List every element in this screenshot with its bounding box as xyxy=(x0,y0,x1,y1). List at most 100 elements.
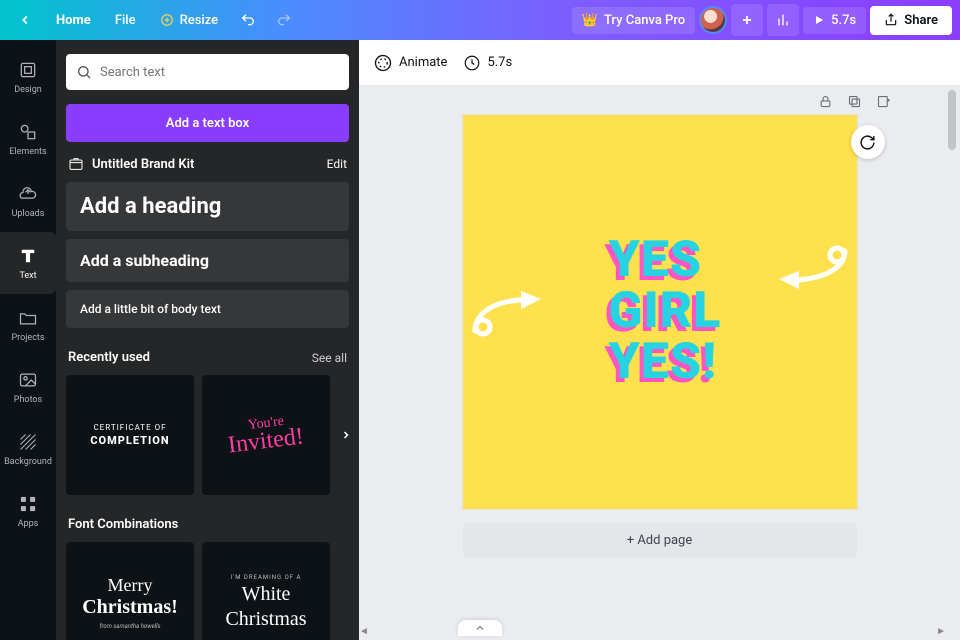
left-rail: Design Elements Uploads Text Projects Ph… xyxy=(0,40,56,640)
add-page-button[interactable]: + Add page xyxy=(463,523,857,558)
template-thumb-merry[interactable]: Merry Christmas! from samantha howells xyxy=(66,542,194,640)
clock-icon xyxy=(463,54,481,72)
resize-label: Resize xyxy=(180,13,219,28)
thumb-cert-line1: CERTIFICATE OF xyxy=(93,423,166,432)
template-thumb-white[interactable]: I'M DREAMING OF A White Christmas xyxy=(202,542,330,640)
animate-label: Animate xyxy=(399,55,447,70)
redo-button[interactable] xyxy=(268,4,300,36)
search-input[interactable] xyxy=(100,65,339,80)
lock-button[interactable] xyxy=(818,94,833,109)
horizontal-scrollbar[interactable]: ◄► xyxy=(359,626,946,638)
vertical-scrollbar[interactable] xyxy=(948,86,958,622)
canvas-text-line3: YES! xyxy=(609,337,722,388)
artboard[interactable]: YES GIRL YES! xyxy=(463,115,857,509)
rail-apps[interactable]: Apps xyxy=(0,480,56,542)
share-label: Share xyxy=(904,13,938,28)
share-icon xyxy=(884,13,898,27)
bar-chart-icon xyxy=(775,12,791,28)
regenerate-button[interactable] xyxy=(851,125,885,159)
rail-background[interactable]: Background xyxy=(0,418,56,480)
rail-uploads-label: Uploads xyxy=(12,209,45,219)
animate-icon xyxy=(373,53,393,73)
present-duration: 5.7s xyxy=(831,13,856,28)
play-icon xyxy=(813,14,825,26)
arrow-right-decoration xyxy=(773,243,853,293)
template-thumb-certificate[interactable]: CERTIFICATE OF COMPLETION xyxy=(66,375,194,495)
lock-icon xyxy=(818,94,833,109)
canvas-text[interactable]: YES GIRL YES! xyxy=(609,235,722,388)
duplicate-page-button[interactable] xyxy=(847,94,862,109)
projects-icon xyxy=(18,308,38,328)
add-heading-button[interactable]: Add a heading xyxy=(66,182,349,231)
try-pro-button[interactable]: 👑 Try Canva Pro xyxy=(572,7,695,34)
uploads-icon xyxy=(18,184,38,204)
recently-used-see-all[interactable]: See all xyxy=(312,351,347,365)
rail-uploads[interactable]: Uploads xyxy=(0,170,56,232)
add-collaborator-button[interactable] xyxy=(731,4,763,36)
rail-background-label: Background xyxy=(4,457,52,467)
thumb-white-l2: Christmas xyxy=(225,608,306,631)
copy-icon xyxy=(847,94,862,109)
redo-icon xyxy=(276,12,292,28)
insights-button[interactable] xyxy=(767,4,799,36)
background-icon xyxy=(18,432,38,452)
avatar[interactable] xyxy=(699,6,727,34)
elements-icon xyxy=(18,122,38,142)
apps-icon xyxy=(18,494,38,514)
brand-kit-icon xyxy=(68,156,84,172)
undo-button[interactable] xyxy=(232,4,264,36)
brand-kit-label: Untitled Brand Kit xyxy=(92,157,194,172)
template-thumb-invited[interactable]: You're Invited! xyxy=(202,375,330,495)
rail-apps-label: Apps xyxy=(18,519,39,529)
rail-text[interactable]: Text xyxy=(0,232,56,294)
add-subheading-button[interactable]: Add a subheading xyxy=(66,239,349,282)
add-body-text-button[interactable]: Add a little bit of body text xyxy=(66,290,349,328)
hscroll-left-icon: ◄ xyxy=(359,626,369,637)
photos-icon xyxy=(18,370,38,390)
back-button[interactable] xyxy=(8,7,42,33)
rail-photos-label: Photos xyxy=(14,395,42,405)
rail-design[interactable]: Design xyxy=(0,46,56,108)
thumbs-next-button[interactable] xyxy=(337,426,355,444)
duration-label: 5.7s xyxy=(487,55,512,70)
canvas-text-line2: GIRL xyxy=(609,286,722,337)
try-pro-label: Try Canva Pro xyxy=(604,13,685,28)
plus-icon xyxy=(740,13,754,27)
hscroll-right-icon: ► xyxy=(936,626,946,637)
recently-used-label: Recently used xyxy=(68,350,150,365)
text-icon xyxy=(18,246,38,266)
add-page-icon-button[interactable] xyxy=(876,94,891,109)
rail-elements-label: Elements xyxy=(9,147,46,157)
rail-projects[interactable]: Projects xyxy=(0,294,56,356)
thumb-merry-l1: Merry xyxy=(108,575,153,596)
share-button[interactable]: Share xyxy=(870,6,952,35)
thumb-invited-line2: Invited! xyxy=(227,426,305,457)
crown-icon: 👑 xyxy=(582,13,598,28)
search-input-wrapper[interactable] xyxy=(66,54,349,90)
rail-elements[interactable]: Elements xyxy=(0,108,56,170)
animate-button[interactable]: Animate xyxy=(373,53,447,73)
resize-icon xyxy=(160,13,174,27)
vertical-scrollbar-thumb[interactable] xyxy=(948,90,956,150)
search-icon xyxy=(76,64,92,80)
undo-icon xyxy=(240,12,256,28)
brand-kit-row[interactable]: Untitled Brand Kit xyxy=(68,156,194,172)
rail-photos[interactable]: Photos xyxy=(0,356,56,418)
present-button[interactable]: 5.7s xyxy=(803,7,866,34)
rail-projects-label: Projects xyxy=(12,333,45,343)
chevron-up-icon xyxy=(474,622,486,634)
design-icon xyxy=(18,60,38,80)
thumb-white-l1: White xyxy=(242,583,291,606)
canvas-text-line1: YES xyxy=(609,235,722,286)
file-menu[interactable]: File xyxy=(105,7,146,34)
add-text-box-button[interactable]: Add a text box xyxy=(66,104,349,142)
resize-button[interactable]: Resize xyxy=(150,7,229,34)
duration-button[interactable]: 5.7s xyxy=(463,54,512,72)
page-drawer-handle[interactable] xyxy=(458,620,502,636)
brand-kit-edit[interactable]: Edit xyxy=(327,157,347,171)
top-toolbar: Home File Resize 👑 Try Canva Pro 5.7s Sh… xyxy=(0,0,960,40)
chevron-right-icon xyxy=(340,429,352,441)
home-button[interactable]: Home xyxy=(46,7,101,34)
add-page-icon xyxy=(876,94,891,109)
canvas-viewport[interactable]: YES GIRL YES! + Add page xyxy=(359,86,960,640)
